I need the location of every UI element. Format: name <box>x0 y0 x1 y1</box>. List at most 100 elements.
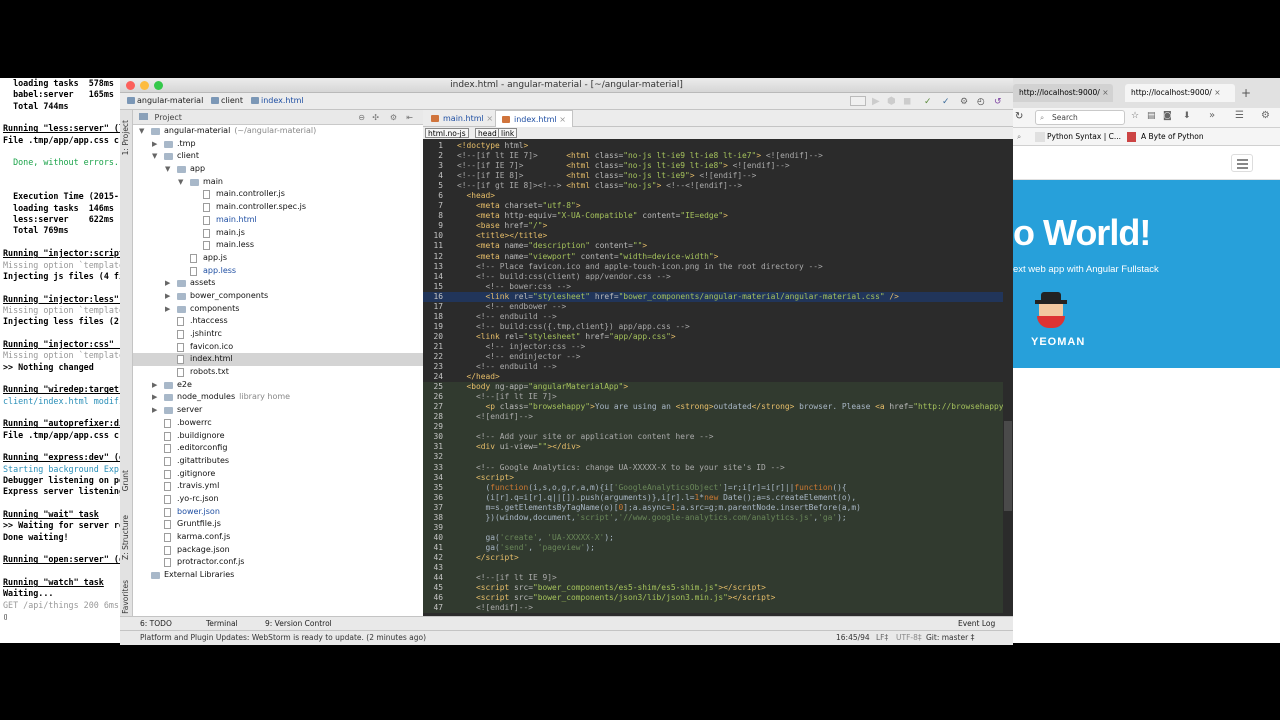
code-line[interactable]: 41 ga('send', 'pageview'); <box>423 542 1013 553</box>
status-message[interactable]: Platform and Plugin Updates: WebStorm is… <box>140 631 426 645</box>
code-line[interactable]: 10 <title></title> <box>423 231 1013 241</box>
browser-tab-active[interactable]: http://localhost:9000/ × <box>1125 84 1235 102</box>
tree-item[interactable]: app.less <box>133 265 423 278</box>
breadcrumb-project[interactable]: angular-material <box>126 93 203 109</box>
collapsed-arrow-icon[interactable]: ▶ <box>165 303 170 316</box>
tree-item[interactable]: main.controller.js <box>133 188 423 201</box>
history-icon[interactable]: ◴ <box>977 94 985 110</box>
reading-list-icon[interactable]: ▤ <box>1147 111 1156 121</box>
code-line[interactable]: 23 <!-- endbuild --> <box>423 362 1013 372</box>
event-log-button[interactable]: Event Log <box>958 617 995 630</box>
tree-item[interactable]: ▼ app <box>133 163 423 176</box>
code-line[interactable]: 12 <meta name="viewport" content="width=… <box>423 252 1013 262</box>
tree-item[interactable]: ▼ angular-material (~/angular-material) <box>133 125 423 138</box>
tab-index-html[interactable]: index.html × <box>495 110 573 127</box>
tree-item[interactable]: main.html <box>133 214 423 227</box>
expanded-arrow-icon[interactable]: ▼ <box>165 163 170 176</box>
settings-icon[interactable]: ⚙ <box>960 94 968 110</box>
version-control-tool-button[interactable]: 9: Version Control <box>265 617 332 630</box>
tree-item[interactable]: ▼ main <box>133 176 423 189</box>
code-line[interactable]: 18 <!-- endbuild --> <box>423 312 1013 322</box>
breadcrumb-client[interactable]: client <box>210 93 243 109</box>
tree-item[interactable]: .jshintrc <box>133 328 423 341</box>
code-line[interactable]: 11 <meta name="description" content=""> <box>423 241 1013 251</box>
coverage-icon[interactable]: ◼ <box>903 94 911 110</box>
close-tab-icon[interactable]: × <box>1102 88 1108 97</box>
tree-item[interactable]: .gitattributes <box>133 455 423 468</box>
code-line[interactable]: 37 m=s.getElementsByTagName(o)[0];a.asyn… <box>423 502 1013 513</box>
structure-tool-tab[interactable]: Z: Structure <box>121 515 130 560</box>
collapsed-arrow-icon[interactable]: ▶ <box>152 404 157 417</box>
tag-crumb-link[interactable]: link <box>498 128 518 138</box>
terminal-panel[interactable]: loading tasks 578ms babel:server 165ms T… <box>0 78 120 643</box>
code-line[interactable]: 46 <script src="bower_components/json3/l… <box>423 593 1013 604</box>
tree-item[interactable]: favicon.ico <box>133 341 423 354</box>
hamburger-menu-button[interactable] <box>1231 154 1253 172</box>
expanded-arrow-icon[interactable]: ▼ <box>178 176 183 189</box>
code-line[interactable]: 20 <link rel="stylesheet" href="app/app.… <box>423 332 1013 342</box>
sync-icon[interactable]: ⊖ <box>358 110 365 125</box>
code-line[interactable]: 8 <meta http-equiv="X-UA-Compatible" con… <box>423 211 1013 221</box>
code-line[interactable]: 26 <!--[if lt IE 7]> <box>423 392 1013 403</box>
code-line[interactable]: 42 </script> <box>423 552 1013 563</box>
code-line[interactable]: 27 <p class="browsehappy">You are using … <box>423 402 1013 413</box>
terminal-tool-button[interactable]: Terminal <box>206 617 238 630</box>
code-line[interactable]: 3 <!--[if IE 7]> <html class="no-js lt-ie… <box>423 161 1013 171</box>
tree-item[interactable]: robots.txt <box>133 366 423 379</box>
tree-item[interactable]: ▼ client <box>133 150 423 163</box>
code-editor[interactable]: 1 <!doctype html> 2 <!--[if lt IE 7]> <html… <box>423 141 1013 622</box>
close-tab-icon[interactable]: × <box>486 114 493 123</box>
file-encoding[interactable]: UTF-8‡ <box>896 631 922 645</box>
vcs-commit-icon[interactable]: ✓ <box>942 94 950 110</box>
code-line[interactable]: 39 <box>423 522 1013 533</box>
tree-item[interactable]: ▶ e2e <box>133 379 423 392</box>
download-icon[interactable]: ⬇ <box>1183 111 1191 121</box>
tree-item[interactable]: ▶ .tmp <box>133 138 423 151</box>
new-tab-button[interactable]: + <box>1241 86 1251 100</box>
tree-item[interactable]: ▶ server <box>133 404 423 417</box>
search-input[interactable]: ⌕ Search <box>1035 110 1125 125</box>
tag-crumb-html[interactable]: html.no-js <box>425 128 469 138</box>
vcs-update-icon[interactable]: ✓ <box>924 94 932 110</box>
tree-item[interactable]: bower.json <box>133 506 423 519</box>
code-line[interactable]: 21 <!-- injector:css --> <box>423 342 1013 352</box>
tree-item[interactable]: ▶ node_modules library home <box>133 391 423 404</box>
code-line[interactable]: 17 <!-- endbower --> <box>423 302 1013 312</box>
tree-item[interactable]: main.controller.spec.js <box>133 201 423 214</box>
overflow-chevron-icon[interactable]: » <box>1209 110 1215 121</box>
tree-item[interactable]: .buildignore <box>133 430 423 443</box>
collapsed-arrow-icon[interactable]: ▶ <box>152 391 157 404</box>
line-separator[interactable]: LF‡ <box>876 631 888 645</box>
tree-item[interactable]: karma.conf.js <box>133 531 423 544</box>
code-line[interactable]: 16 <link rel="stylesheet" href="bower_co… <box>423 291 1013 302</box>
revert-icon[interactable]: ↺ <box>994 94 1002 110</box>
run-config-dropdown[interactable] <box>850 96 866 106</box>
code-line[interactable]: 4 <!--[if IE 8]> <html class="no-js lt-ie… <box>423 171 1013 181</box>
code-line[interactable]: 34 <script> <box>423 472 1013 483</box>
tree-item[interactable]: main.less <box>133 239 423 252</box>
run-icon[interactable]: ▶ <box>872 94 880 110</box>
maximize-window-button[interactable] <box>154 81 163 90</box>
project-tool-tab[interactable]: 1: Project <box>121 120 130 155</box>
code-line[interactable]: 25 <body ng-app="angularMaterialApp"> <box>423 382 1013 393</box>
tree-item[interactable]: ▶ assets <box>133 277 423 290</box>
todo-tool-button[interactable]: 6: TODO <box>140 617 172 630</box>
tree-item[interactable]: .gitignore <box>133 468 423 481</box>
grunt-tool-tab[interactable]: Grunt <box>121 470 130 491</box>
code-line[interactable]: 1 <!doctype html> <box>423 141 1013 151</box>
code-line[interactable]: 5 <!--[if gt IE 8]><!--> <html class="no-… <box>423 181 1013 191</box>
hide-panel-icon[interactable]: ⇤ <box>406 110 413 125</box>
bookmark-byte-of-python[interactable]: A Byte of Python <box>1141 128 1204 146</box>
tree-item[interactable]: index.html <box>133 353 423 367</box>
close-window-button[interactable] <box>126 81 135 90</box>
code-line[interactable]: 36 (i[r].q=i[r].q||[]).push(arguments)},… <box>423 492 1013 503</box>
code-line[interactable]: 14 <!-- build:css(client) app/vendor.css… <box>423 272 1013 282</box>
tab-main-html[interactable]: main.html × <box>425 110 499 127</box>
tree-item[interactable]: External Libraries <box>133 569 423 582</box>
tree-item[interactable]: app.js <box>133 252 423 265</box>
minimize-window-button[interactable] <box>140 81 149 90</box>
code-line[interactable]: 15 <!-- bower:css --> <box>423 282 1013 292</box>
pocket-icon[interactable]: ◙ <box>1163 111 1172 121</box>
debug-icon[interactable]: ⬢ <box>887 94 896 110</box>
code-line[interactable]: 22 <!-- endinjector --> <box>423 352 1013 362</box>
